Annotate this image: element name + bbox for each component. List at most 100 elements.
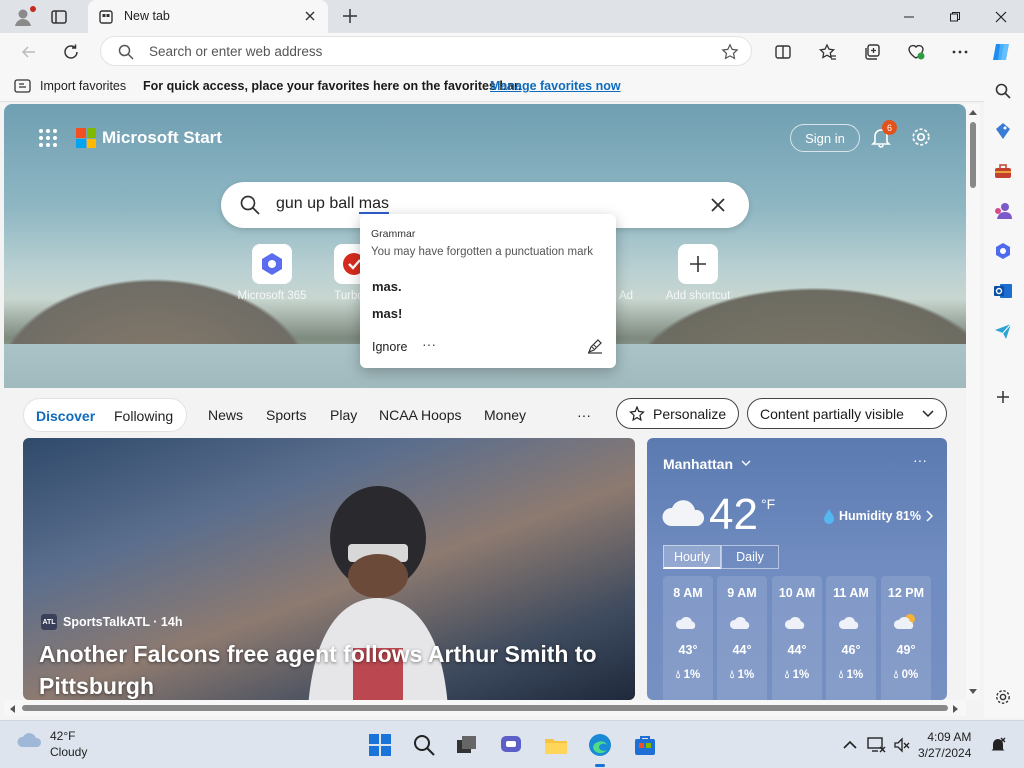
- sign-in-button[interactable]: Sign in: [790, 124, 860, 152]
- weather-location[interactable]: Manhattan: [663, 456, 751, 472]
- tab-news[interactable]: News: [208, 407, 243, 423]
- news-card[interactable]: ATL SportsTalkATL · 14h Another Falcons …: [23, 438, 635, 700]
- show-hidden-icons-icon[interactable]: [840, 735, 860, 755]
- tab-actions-icon[interactable]: [48, 6, 70, 28]
- weather-tabs: Hourly Daily: [663, 545, 779, 569]
- task-view-icon[interactable]: [453, 731, 481, 759]
- tab-daily[interactable]: Daily: [721, 545, 779, 569]
- feed-tab-group: Discover Following: [23, 398, 187, 432]
- hour-time: 12 PM: [887, 586, 925, 600]
- weather-more-button[interactable]: ···: [913, 452, 927, 468]
- back-button[interactable]: [16, 39, 42, 65]
- sidebar-games-icon[interactable]: [992, 200, 1014, 222]
- store-icon[interactable]: [631, 731, 659, 759]
- tab-new-tab[interactable]: New tab: [88, 0, 328, 33]
- hourly-forecast-item[interactable]: 9 AM 44° 💧︎ 1%: [717, 576, 767, 700]
- sidebar-search-icon[interactable]: [992, 80, 1014, 102]
- hourly-forecast-item[interactable]: 11 AM 46° 💧︎ 1%: [826, 576, 876, 700]
- settings-more-icon[interactable]: [947, 39, 973, 65]
- collections-icon[interactable]: [859, 39, 885, 65]
- copilot-icon[interactable]: [988, 39, 1014, 65]
- suggestion-option[interactable]: mas!: [372, 306, 402, 321]
- shortcut-microsoft-365[interactable]: Microsoft 365: [232, 244, 312, 302]
- tab-money[interactable]: Money: [484, 407, 526, 423]
- sidebar-shopping-icon[interactable]: [992, 120, 1014, 142]
- hour-time: 8 AM: [673, 586, 703, 600]
- ignore-button[interactable]: Ignore: [372, 340, 407, 354]
- hour-precipitation: 💧︎ 1%: [838, 669, 864, 681]
- news-feed: Discover Following News Sports Play NCAA…: [4, 388, 966, 700]
- current-temperature: 42: [709, 490, 758, 539]
- sidebar-drop-icon[interactable]: [992, 320, 1014, 342]
- sidebar-tools-icon[interactable]: [992, 160, 1014, 182]
- tab-ncaa-hoops[interactable]: NCAA Hoops: [379, 407, 461, 423]
- cloud-icon: [662, 500, 705, 526]
- taskbar-clock[interactable]: 4:09 AM 3/27/2024: [918, 729, 971, 761]
- start-button[interactable]: [366, 731, 394, 759]
- personalize-button[interactable]: Personalize: [616, 398, 739, 429]
- humidity[interactable]: Humidity 81%: [823, 508, 933, 524]
- page-settings-icon[interactable]: [910, 126, 932, 148]
- search-input-value[interactable]: gun up ball mas: [276, 195, 389, 214]
- close-window-button[interactable]: [978, 0, 1024, 33]
- editor-pen-icon[interactable]: [586, 337, 604, 355]
- news-source[interactable]: ATL SportsTalkATL · 14h: [41, 614, 182, 630]
- precip-value: 1%: [792, 669, 810, 681]
- hourly-forecast-item[interactable]: 10 AM 44° 💧︎ 1%: [772, 576, 822, 700]
- edge-taskbar-icon[interactable]: [586, 731, 614, 767]
- hourly-forecast-item[interactable]: 8 AM 43° 💧︎ 1%: [663, 576, 713, 700]
- refresh-button[interactable]: [58, 39, 84, 65]
- more-options-button[interactable]: ···: [422, 336, 436, 352]
- sidebar-outlook-icon[interactable]: [992, 280, 1014, 302]
- restore-button[interactable]: [932, 0, 978, 33]
- hourly-forecast-item[interactable]: 12 PM 49° 💧︎ 0%: [881, 576, 931, 700]
- tab-discover[interactable]: Discover: [36, 408, 95, 424]
- chevron-right-icon: [926, 510, 933, 522]
- tab-following[interactable]: Following: [114, 408, 173, 424]
- address-bar[interactable]: Search or enter web address: [100, 36, 752, 66]
- clear-search-icon[interactable]: [709, 196, 727, 214]
- taskbar-condition: Cloudy: [50, 745, 88, 759]
- taskbar-weather[interactable]: 42°F Cloudy: [16, 729, 87, 759]
- toolbar: Search or enter web address: [0, 33, 1024, 70]
- news-headline[interactable]: Another Falcons free agent follows Arthu…: [39, 638, 619, 700]
- new-tab-page-icon: [99, 10, 113, 24]
- feed-more-button[interactable]: ···: [577, 407, 591, 423]
- suggestion-option[interactable]: mas.: [372, 279, 402, 294]
- import-icon: [14, 79, 31, 93]
- chevron-down-icon: [741, 460, 751, 466]
- tab-hourly[interactable]: Hourly: [663, 545, 721, 569]
- add-shortcut-button[interactable]: Add shortcut: [658, 244, 738, 302]
- sidebar-add-icon[interactable]: [992, 386, 1014, 408]
- notifications-button[interactable]: 6: [870, 120, 897, 148]
- misspelled-word[interactable]: mas: [358, 195, 389, 214]
- network-icon[interactable]: [866, 735, 886, 755]
- close-tab-icon[interactable]: [302, 8, 318, 24]
- content-visibility-dropdown[interactable]: Content partially visible: [747, 398, 947, 429]
- new-tab-button[interactable]: [340, 6, 360, 26]
- tab-sports[interactable]: Sports: [266, 407, 306, 423]
- taskbar-search-icon[interactable]: [410, 731, 438, 759]
- minimize-button[interactable]: [886, 0, 932, 33]
- favorite-star-icon[interactable]: [721, 43, 739, 61]
- volume-muted-icon[interactable]: [892, 735, 912, 755]
- title-bar: New tab: [0, 0, 1024, 33]
- browser-essentials-icon[interactable]: [903, 39, 929, 65]
- app-launcher-icon[interactable]: [38, 128, 58, 148]
- manage-favorites-link[interactable]: Manage favorites now: [490, 79, 621, 93]
- precip-value: 0%: [901, 669, 919, 681]
- horizontal-scrollbar[interactable]: [4, 700, 966, 716]
- vertical-scrollbar[interactable]: [966, 104, 980, 700]
- favorites-icon[interactable]: [815, 39, 841, 65]
- tab-play[interactable]: Play: [330, 407, 357, 423]
- weather-card[interactable]: Manhattan ··· 42 °F Humidity 81% Hourly …: [647, 438, 947, 700]
- sidebar-settings-icon[interactable]: [992, 686, 1014, 708]
- profile-icon[interactable]: [12, 6, 36, 28]
- notification-center-icon[interactable]: [988, 735, 1008, 755]
- microsoft-start-logo[interactable]: Microsoft Start: [76, 128, 222, 148]
- file-explorer-icon[interactable]: [542, 731, 570, 759]
- teams-chat-icon[interactable]: [498, 731, 526, 759]
- sidebar-microsoft365-icon[interactable]: [992, 240, 1014, 262]
- import-favorites-button[interactable]: Import favorites: [14, 78, 126, 94]
- split-screen-icon[interactable]: [770, 39, 796, 65]
